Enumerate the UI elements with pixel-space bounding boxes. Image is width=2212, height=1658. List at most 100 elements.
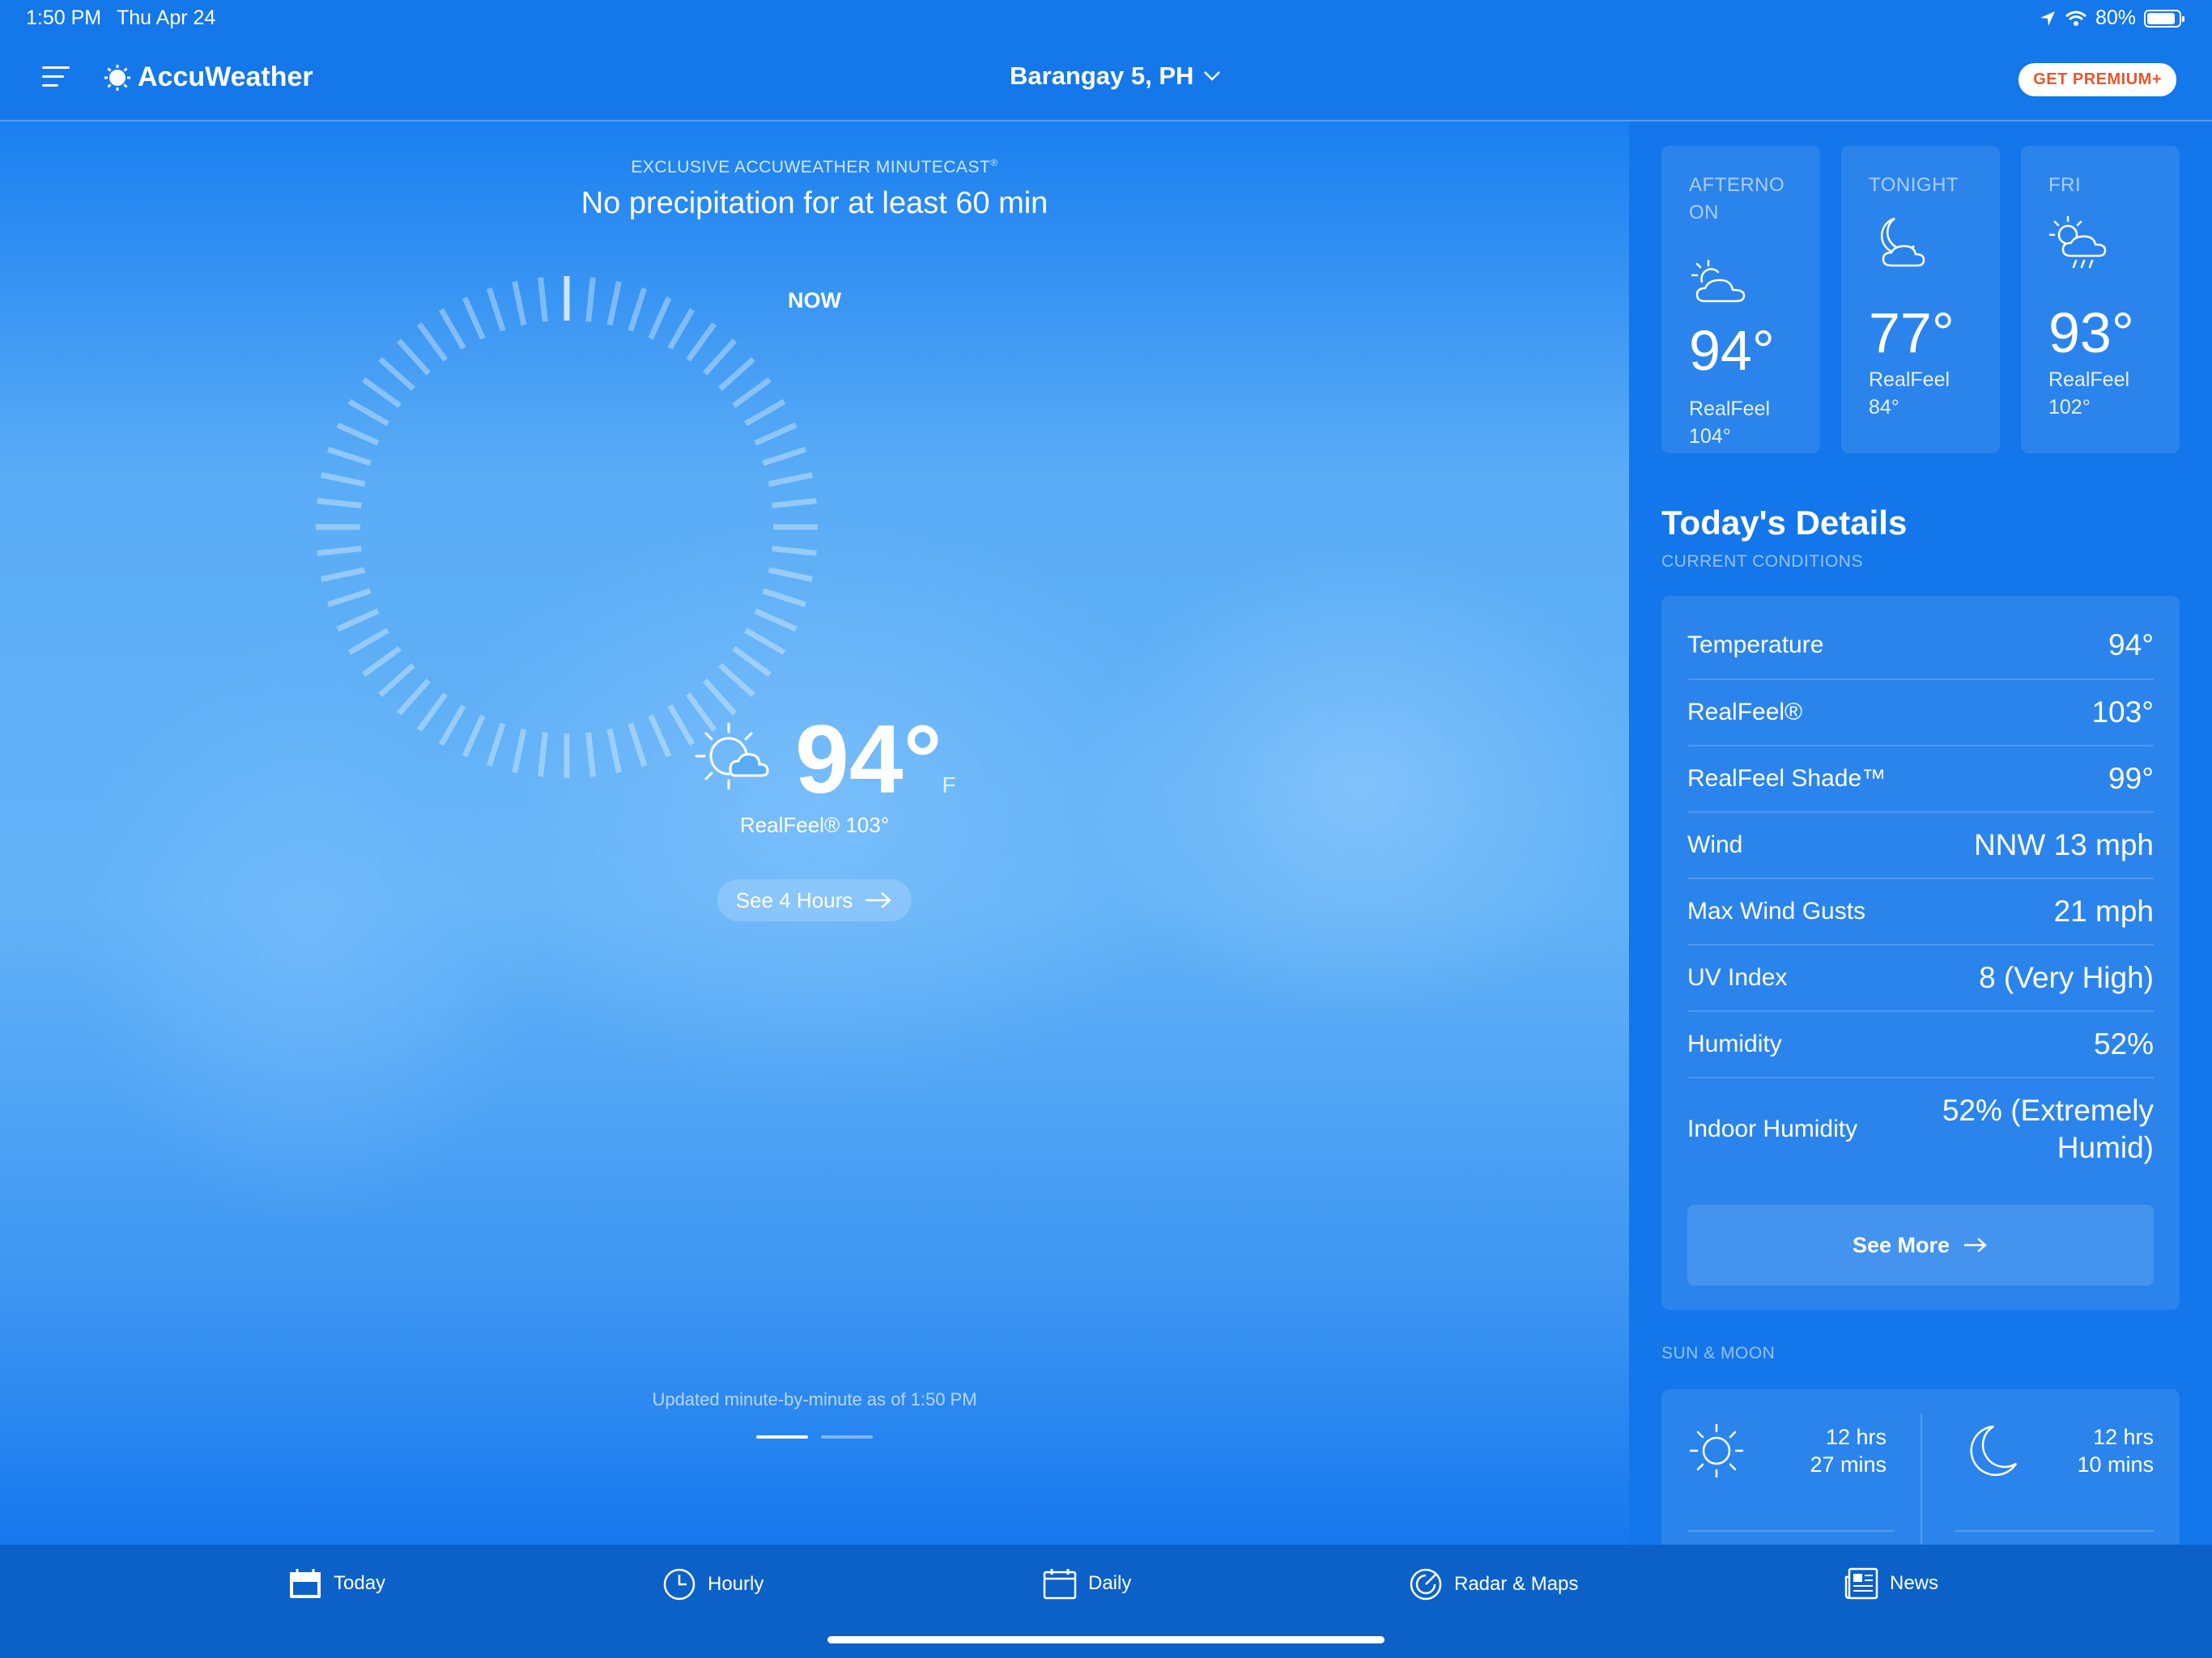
- minute-tick: [336, 608, 380, 632]
- minute-tick: [667, 308, 696, 350]
- minute-tick: [768, 567, 813, 582]
- wifi-icon: [2065, 11, 2087, 26]
- minute-tick: [762, 588, 806, 608]
- tab-label: News: [1890, 1572, 1939, 1594]
- detail-label: Indoor Humidity: [1687, 1116, 1858, 1142]
- right-sidebar: AFTERNO ON 94° RealFeel 104° TONIGHT 77°…: [1629, 121, 2212, 1545]
- detail-row: RealFeel Shade™ 99°: [1687, 746, 2154, 813]
- detail-value: 8 (Very High): [1979, 961, 2154, 994]
- sun-cloud-rain-icon: [2048, 215, 2107, 269]
- minute-tick: [336, 422, 380, 446]
- app-logo: AccuWeather: [104, 62, 313, 93]
- minute-tick: [762, 446, 806, 466]
- minute-tick: [378, 663, 415, 698]
- status-date: Thu Apr 24: [117, 6, 216, 29]
- minute-tick: [462, 714, 486, 758]
- divider: [1955, 1530, 2154, 1532]
- see-4-hours-button[interactable]: See 4 Hours: [717, 879, 912, 921]
- moon-icon: [1970, 1425, 2018, 1477]
- minute-tick: [347, 398, 389, 427]
- newspaper-icon: [1844, 1567, 1878, 1600]
- divider: [1687, 1530, 1895, 1532]
- home-indicator[interactable]: [827, 1636, 1385, 1643]
- forecast-card-tonight[interactable]: TONIGHT 77° RealFeel 84°: [1841, 146, 2000, 453]
- minute-tick: [627, 722, 648, 767]
- location-name: Barangay 5, PH: [1010, 62, 1194, 90]
- minute-tick: [768, 472, 813, 487]
- minute-tick: [512, 728, 527, 773]
- detail-value: 99°: [2108, 762, 2154, 795]
- tab-today[interactable]: Today: [288, 1567, 385, 1600]
- sun-duration: 12 hrs 27 mins: [1810, 1425, 1887, 1477]
- minute-tick: [438, 308, 466, 350]
- detail-value: NNW 13 mph: [1973, 828, 2154, 861]
- partly-cloudy-day-icon: [1691, 259, 1746, 303]
- moon-duration: 12 hrs 10 mins: [2077, 1425, 2154, 1477]
- detail-label: RealFeel Shade™: [1687, 765, 1887, 792]
- now-marker-label: NOW: [788, 288, 841, 312]
- page-indicator: [756, 1435, 873, 1439]
- forecast-period: TONIGHT: [1869, 174, 1959, 196]
- minute-tick: [754, 608, 798, 632]
- forecast-realfeel-label: RealFeel: [2048, 368, 2130, 391]
- minutecast-summary: No precipitation for at least 60 min: [581, 186, 1049, 220]
- arrow-right-icon: [866, 892, 892, 908]
- minute-tick: [486, 722, 506, 767]
- tab-news[interactable]: News: [1844, 1567, 1938, 1600]
- minute-tick: [347, 627, 389, 656]
- minute-tick: [744, 627, 786, 656]
- minutecast-dial[interactable]: [312, 272, 822, 782]
- minute-tick: [732, 376, 772, 408]
- tab-hourly[interactable]: Hourly: [662, 1567, 764, 1601]
- forecast-realfeel-value: 84°: [1869, 396, 1899, 419]
- forecast-temperature: 77°: [1869, 301, 1955, 364]
- location-selector[interactable]: Barangay 5, PH: [1010, 62, 1221, 91]
- current-realfeel: RealFeel® 103°: [739, 813, 890, 837]
- minutecast-updated: Updated minute-by-minute as of 1:50 PM: [652, 1389, 977, 1409]
- battery-icon: [2144, 9, 2184, 28]
- page-dot[interactable]: [821, 1435, 873, 1439]
- minute-tick: [732, 646, 772, 678]
- partly-cloudy-night-icon: [1880, 217, 1925, 267]
- detail-row: UV Index 8 (Very High): [1687, 946, 2154, 1012]
- status-indicators: 80%: [2039, 6, 2184, 30]
- menu-icon[interactable]: [42, 66, 70, 91]
- see-more-button[interactable]: See More: [1687, 1205, 2154, 1286]
- minute-tick: [606, 728, 622, 773]
- minute-tick: [362, 376, 402, 408]
- get-premium-button[interactable]: GET PREMIUM+: [2018, 63, 2176, 96]
- current-temperature: 94°: [795, 705, 942, 814]
- sun-moon-card[interactable]: 12 hrs 27 mins 12 hrs 10 mins: [1661, 1389, 2180, 1545]
- location-arrow-icon: [2040, 11, 2055, 26]
- calendar-icon: [1043, 1569, 1077, 1600]
- detail-value: 103°: [2091, 695, 2154, 729]
- forecast-card-afternoon[interactable]: AFTERNO ON 94° RealFeel 104°: [1661, 146, 1820, 453]
- minute-tick: [317, 546, 362, 556]
- tab-label: Hourly: [708, 1573, 764, 1595]
- minute-tick: [703, 678, 738, 716]
- app-name: AccuWeather: [138, 62, 313, 92]
- minute-tick: [317, 498, 362, 508]
- tab-daily[interactable]: Daily: [1043, 1567, 1131, 1600]
- detail-label: Wind: [1687, 831, 1743, 858]
- see-more-label: See More: [1852, 1232, 1950, 1257]
- status-bar: 1:50 PM Thu Apr 24 80%: [0, 0, 2212, 39]
- forecast-realfeel-label: RealFeel: [1869, 368, 1950, 391]
- detail-value: 21 mph: [2053, 895, 2154, 928]
- tab-label: Radar & Maps: [1454, 1573, 1579, 1595]
- detail-label: Max Wind Gusts: [1687, 898, 1866, 925]
- detail-value: 52% (Extremely Humid): [1942, 1094, 2154, 1164]
- minute-tick: [321, 567, 366, 582]
- minute-tick: [538, 732, 548, 777]
- forecast-card-friday[interactable]: FRI 93° RealFeel 102°: [2021, 146, 2180, 453]
- forecast-realfeel-label: RealFeel: [1689, 397, 1771, 420]
- detail-label: Temperature: [1687, 631, 1824, 658]
- forecast-period: AFTERNO ON: [1689, 174, 1785, 223]
- minute-tick: [718, 356, 755, 391]
- forecast-period: FRI: [2048, 174, 2082, 196]
- battery-percent: 80%: [2095, 6, 2136, 29]
- tab-radar-maps[interactable]: Radar & Maps: [1409, 1567, 1578, 1601]
- page-dot-active[interactable]: [756, 1435, 808, 1439]
- sun-moon-divider: [1921, 1414, 1922, 1545]
- minute-tick: [327, 588, 372, 608]
